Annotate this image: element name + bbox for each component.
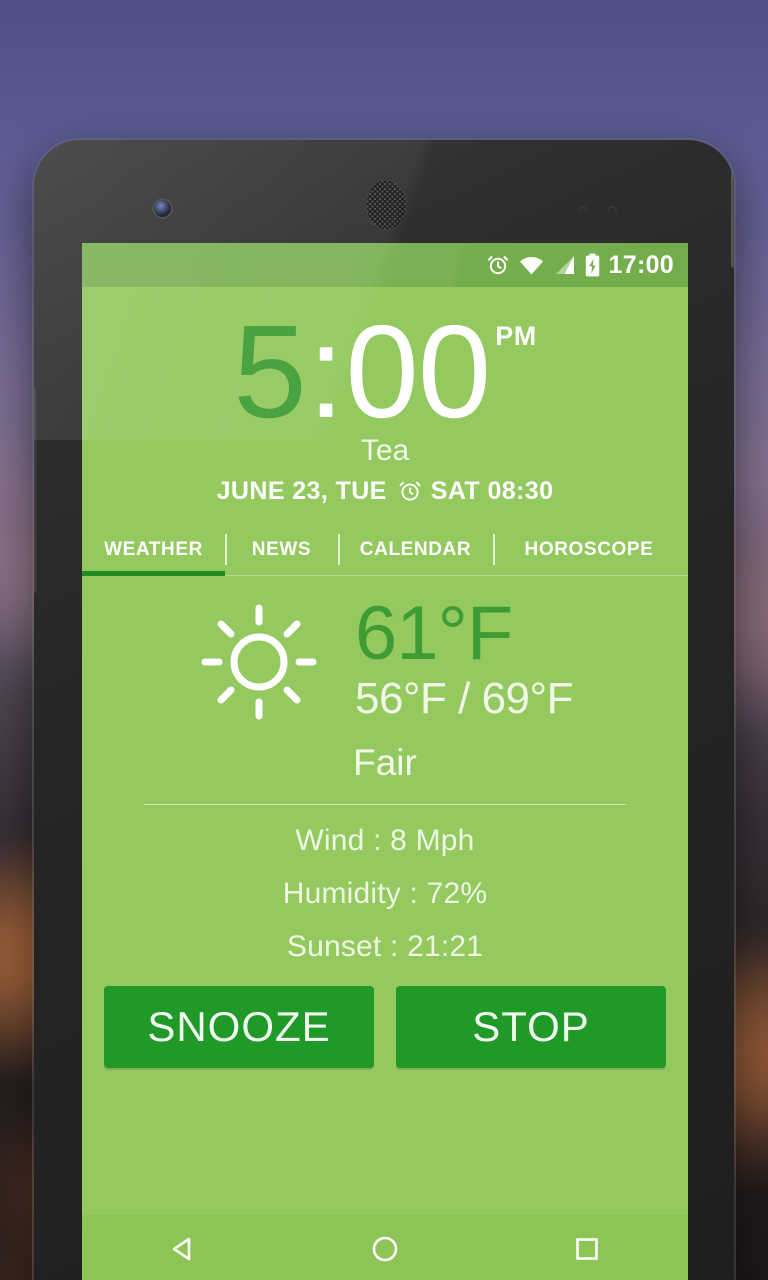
phone-device: 17:00 5 : 00 PM Tea JUNE 23, TUE SAT 08:… [34, 140, 734, 1280]
tab-horoscope[interactable]: HOROSCOPE [493, 528, 685, 575]
weather-condition: Fair [353, 741, 417, 783]
weather-divider [144, 803, 626, 805]
weather-detail-wind: Wind : 8 Mph [295, 823, 475, 857]
android-navigation-bar [82, 1215, 688, 1280]
current-date: JUNE 23, TUE [216, 476, 387, 505]
alarm-icon [486, 253, 510, 277]
temperature-block: 61°F 56°F / 69°F [354, 590, 574, 726]
tab-weather[interactable]: WEATHER [82, 528, 225, 576]
alarm-icon [397, 478, 423, 504]
tab-calendar[interactable]: CALENDAR [338, 528, 493, 575]
power-button[interactable] [34, 388, 37, 593]
weather-detail-sunset: Sunset : 21:21 [286, 929, 484, 963]
current-temperature: 61°F [354, 590, 513, 676]
clock-meridiem: PM [495, 321, 537, 351]
volume-button[interactable] [731, 160, 734, 268]
clock-hour: 5 [233, 298, 306, 445]
sun-icon [197, 600, 321, 724]
snooze-button[interactable]: SNOOZE [104, 985, 374, 1068]
wifi-icon [519, 254, 544, 276]
proximity-sensor-icon [578, 206, 587, 215]
content-tabs: WEATHER NEWS CALENDAR HOROSCOPE [82, 528, 688, 576]
next-alarm-time: SAT 08:30 [430, 476, 554, 505]
earpiece-speaker-icon [365, 179, 407, 231]
date-and-next-alarm-row: JUNE 23, TUE SAT 08:30 [82, 477, 688, 506]
alarm-clock-display: 5 : 00 PM [82, 298, 688, 445]
front-camera-icon [154, 200, 171, 217]
temperature-range: 56°F / 69°F [354, 673, 574, 723]
alarm-label: Tea [360, 433, 410, 467]
battery-charging-icon [585, 253, 600, 277]
alarm-actions: SNOOZE STOP [82, 964, 688, 1068]
clock-section: 5 : 00 PM Tea JUNE 23, TUE SAT 08:30 [82, 287, 688, 506]
light-sensor-icon [608, 206, 617, 215]
weather-detail-humidity: Humidity : 72% [282, 876, 488, 910]
clock-colon: : [307, 298, 345, 445]
status-bar-clock: 17:00 [608, 250, 674, 279]
next-alarm: SAT 08:30 [397, 477, 554, 506]
weather-summary-row: 61°F 56°F / 69°F [82, 590, 688, 726]
weather-panel: 61°F 56°F / 69°F Fair Wind : 8 Mph Humid… [82, 576, 688, 964]
status-bar: 17:00 [82, 243, 688, 287]
clock-minute: 00 [345, 298, 491, 445]
tab-news[interactable]: NEWS [225, 528, 338, 575]
back-icon[interactable] [166, 1232, 200, 1266]
phone-top-bezel [34, 140, 734, 243]
recents-icon[interactable] [570, 1232, 604, 1266]
cellular-signal-icon [553, 254, 576, 276]
home-icon[interactable] [368, 1232, 402, 1266]
stop-button[interactable]: STOP [396, 985, 666, 1068]
phone-screen: 17:00 5 : 00 PM Tea JUNE 23, TUE SAT 08:… [82, 243, 688, 1280]
